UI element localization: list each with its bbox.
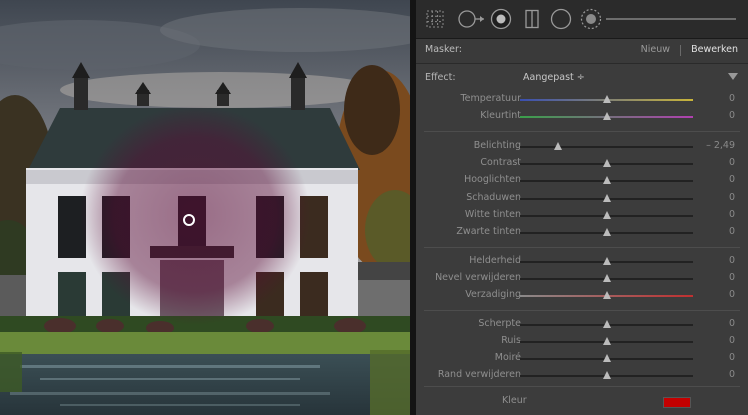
slider-label: Belichting (473, 140, 521, 151)
slider-label: Rand verwijderen (437, 369, 521, 380)
slider-row: Belichting – 2,49 (416, 139, 748, 155)
tool-strip (416, 0, 748, 39)
slider-label: Temperatuur (460, 93, 521, 104)
slider-value[interactable]: 0 (729, 192, 735, 203)
slider-label: Kleurtint (480, 110, 521, 121)
slider-row: Scherpte 0 (416, 317, 748, 333)
slider-value[interactable]: 0 (729, 174, 735, 185)
photo-canvas[interactable] (0, 0, 410, 415)
slider-thumb[interactable] (602, 176, 611, 184)
slider-label: Scherpte (478, 318, 521, 329)
slider-thumb[interactable] (602, 159, 611, 167)
color-swatch[interactable] (663, 397, 691, 408)
slider-row: Moiré 0 (416, 351, 748, 367)
slider-thumb[interactable] (602, 320, 611, 328)
effect-preset-select[interactable]: Aangepast ÷ (523, 72, 585, 83)
slider-thumb[interactable] (554, 142, 563, 150)
group-separator (424, 131, 740, 132)
brush-size-slider[interactable] (606, 18, 736, 20)
slider-row: Kleurtint 0 (416, 109, 748, 125)
slider-row: Nevel verwijderen 0 (416, 271, 748, 287)
group-separator (424, 247, 740, 248)
photo-image (0, 0, 410, 415)
effect-label: Effect: (425, 72, 456, 83)
slider-thumb[interactable] (602, 112, 611, 120)
slider-thumb[interactable] (602, 371, 611, 379)
slider-label: Ruis (501, 335, 521, 346)
slider-value[interactable]: 0 (729, 255, 735, 266)
mask-new-button[interactable]: Nieuw (641, 44, 670, 55)
slider-value[interactable]: – 2,49 (706, 140, 735, 151)
slider-thumb[interactable] (602, 95, 611, 103)
slider-row: Temperatuur 0 (416, 92, 748, 108)
slider-thumb[interactable] (602, 354, 611, 362)
panel-collapse-icon[interactable] (728, 73, 738, 80)
slider-row: Helderheid 0 (416, 254, 748, 270)
mask-bar: Masker: Nieuw Bewerken (416, 39, 748, 64)
slider-label: Nevel verwijderen (435, 272, 521, 283)
slider-thumb[interactable] (602, 194, 611, 202)
slider-thumb[interactable] (602, 274, 611, 282)
slider-value[interactable]: 0 (729, 93, 735, 104)
group-separator (424, 386, 740, 387)
slider-label: Schaduwen (466, 192, 521, 203)
slider-row: Zwarte tinten 0 (416, 225, 748, 241)
slider-row: Hooglichten 0 (416, 173, 748, 189)
effect-row: Effect: Aangepast ÷ (416, 72, 748, 88)
graduated-filter-icon[interactable] (522, 9, 542, 29)
slider-value[interactable]: 0 (729, 110, 735, 121)
mask-edit-button[interactable]: Bewerken (691, 44, 738, 55)
slider-row: Witte tinten 0 (416, 208, 748, 224)
color-label: Kleur (502, 395, 527, 406)
red-eye-icon[interactable] (490, 8, 512, 30)
slider-value[interactable]: 0 (729, 226, 735, 237)
adjustment-brush-icon[interactable] (580, 8, 602, 30)
slider-value[interactable]: 0 (729, 209, 735, 220)
slider-label: Witte tinten (464, 209, 521, 220)
slider-thumb[interactable] (602, 257, 611, 265)
slider-row: Verzadiging 0 (416, 288, 748, 304)
slider-row: Schaduwen 0 (416, 191, 748, 207)
slider-track[interactable] (520, 146, 693, 148)
slider-thumb[interactable] (602, 211, 611, 219)
slider-label: Hooglichten (464, 174, 521, 185)
slider-row: Contrast 0 (416, 156, 748, 172)
slider-label: Verzadiging (465, 289, 521, 300)
slider-value[interactable]: 0 (729, 157, 735, 168)
slider-value[interactable]: 0 (729, 289, 735, 300)
spot-removal-icon[interactable] (456, 9, 486, 29)
slider-value[interactable]: 0 (729, 335, 735, 346)
slider-row: Rand verwijderen 0 (416, 368, 748, 384)
slider-row: Ruis 0 (416, 334, 748, 350)
slider-label: Contrast (480, 157, 521, 168)
slider-label: Helderheid (469, 255, 521, 266)
slider-value[interactable]: 0 (729, 369, 735, 380)
radial-mask-overlay (80, 105, 310, 325)
slider-value[interactable]: 0 (729, 272, 735, 283)
mask-separator (680, 45, 681, 56)
slider-value[interactable]: 0 (729, 318, 735, 329)
slider-label: Zwarte tinten (456, 226, 521, 237)
slider-value[interactable]: 0 (729, 352, 735, 363)
slider-thumb[interactable] (602, 337, 611, 345)
slider-thumb[interactable] (602, 228, 611, 236)
crop-grid-icon[interactable] (424, 9, 446, 29)
slider-label: Moiré (494, 352, 521, 363)
color-row: Kleur (416, 393, 748, 409)
develop-panel: Masker: Nieuw Bewerken Effect: Aangepast… (416, 0, 748, 415)
slider-thumb[interactable] (602, 291, 611, 299)
group-separator (424, 310, 740, 311)
radial-filter-icon[interactable] (550, 8, 572, 30)
mask-label: Masker: (425, 44, 462, 55)
